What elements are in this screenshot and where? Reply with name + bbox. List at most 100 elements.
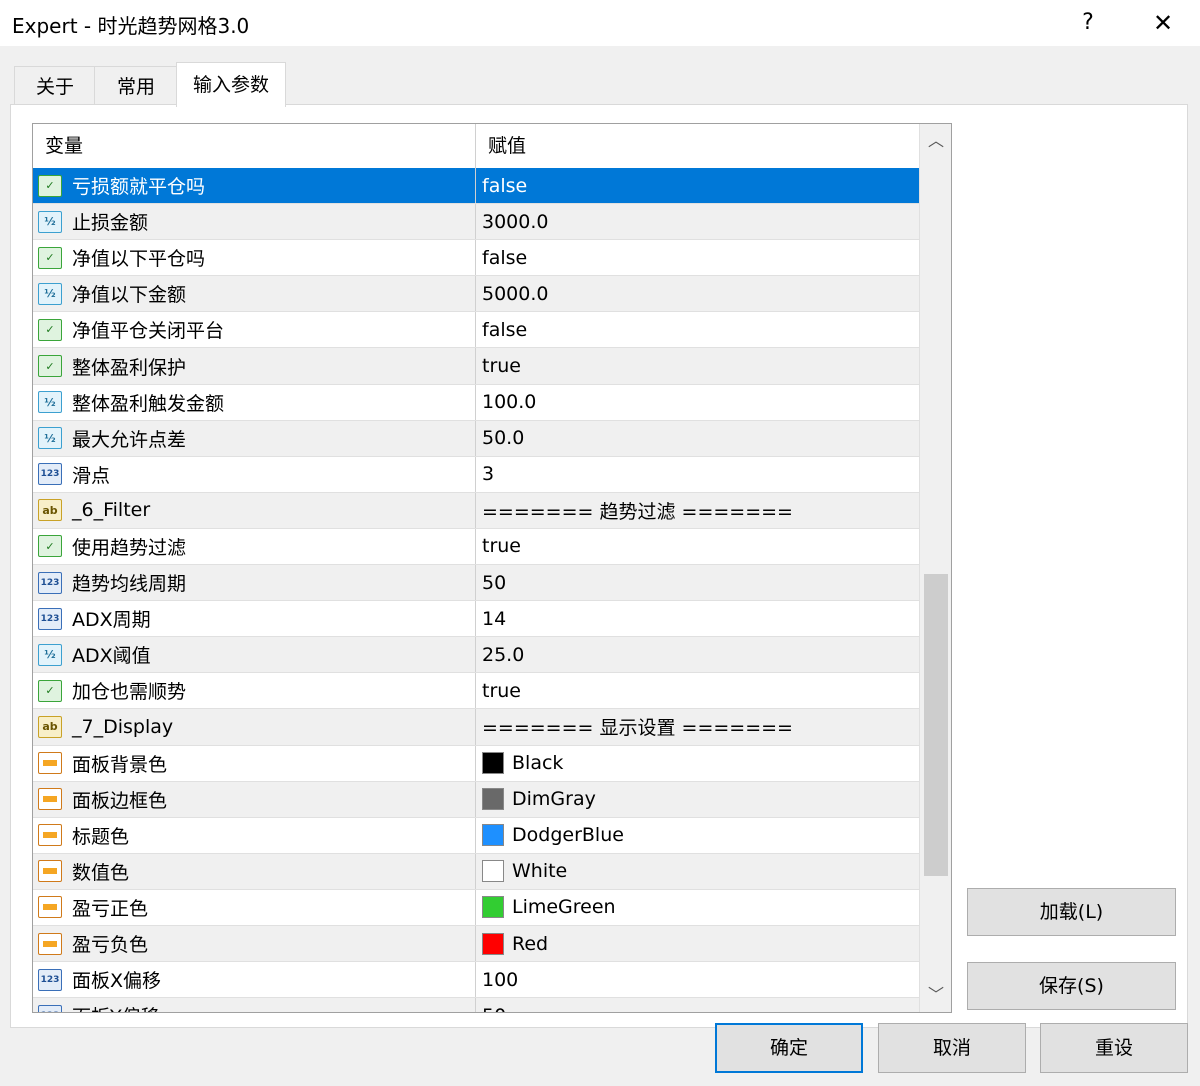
tab-about[interactable]: 关于 [14,66,96,105]
parameter-value-cell[interactable]: 3 [475,456,919,492]
parameter-value-cell[interactable]: DimGray [475,781,919,817]
parameter-name-cell: 123 面板Y偏移 [33,998,475,1012]
table-row[interactable]: ½ ADX阈值 25.0 [33,637,919,674]
parameter-name-cell: ✓ 净值平仓关闭平台 [33,312,475,347]
table-row[interactable]: ✓ 亏损额就平仓吗 false [33,168,919,205]
parameter-value-cell[interactable]: ======= 趋势过滤 ======= [475,492,919,528]
table-row[interactable]: 面板边框色 DimGray [33,781,919,818]
parameter-value-cell[interactable]: 50.0 [475,420,919,456]
color-swatch [482,896,504,919]
table-row[interactable]: ½ 止损金额 3000.0 [33,204,919,241]
table-row[interactable]: ✓ 加仓也需顺势 true [33,673,919,710]
parameter-value-cell[interactable]: 100.0 [475,384,919,420]
parameter-value-cell[interactable]: true [475,673,919,709]
color-swatch [482,860,504,883]
parameter-name: 使用趋势过滤 [72,536,187,559]
vertical-scrollbar[interactable]: ︿ ﹀ [919,124,951,1012]
parameter-value: 14 [482,607,507,630]
column-header-variable[interactable]: 变量 [33,124,475,168]
parameter-value: 3000.0 [482,210,549,233]
table-row[interactable]: 面板背景色 Black [33,745,919,782]
parameter-value-cell[interactable]: false [475,240,919,276]
table-row[interactable]: ½ 净值以下金额 5000.0 [33,276,919,313]
parameter-value-cell[interactable]: 25.0 [475,637,919,673]
parameter-value-cell[interactable]: 50 [475,565,919,601]
double-icon: ½ [38,210,62,233]
parameter-value-cell[interactable]: false [475,312,919,348]
boolean-icon: ✓ [38,355,62,378]
column-header-value[interactable]: 赋值 [475,124,919,168]
table-row[interactable]: 123 滑点 3 [33,456,919,493]
tab-inputs[interactable]: 输入参数 [176,62,286,107]
scroll-up-arrow-icon[interactable]: ︿ [920,124,951,158]
parameter-value: 3 [482,463,495,486]
table-row[interactable]: 123 面板X偏移 100 [33,962,919,999]
parameter-name-cell: 盈亏正色 [33,890,475,925]
parameter-name: 面板边框色 [72,789,168,812]
parameter-value-cell[interactable]: White [475,853,919,889]
parameter-value: White [512,860,568,883]
parameter-value-cell[interactable]: DodgerBlue [475,817,919,853]
parameter-value-cell[interactable]: 14 [475,601,919,637]
table-row[interactable]: ✓ 使用趋势过滤 true [33,528,919,566]
tab-common[interactable]: 常用 [94,66,178,105]
color-icon [38,752,62,775]
parameter-value-cell[interactable]: ======= 显示设置 ======= [475,709,919,745]
parameter-value-cell[interactable]: LimeGreen [475,889,919,925]
parameter-value-cell[interactable]: true [475,348,919,384]
table-row[interactable]: 123 面板Y偏移 50 [33,998,919,1012]
table-row[interactable]: ½ 整体盈利触发金额 100.0 [33,384,919,421]
parameter-value: true [482,679,521,702]
table-row[interactable]: ab _6_Filter ======= 趋势过滤 ======= [33,492,919,529]
table-row[interactable]: 盈亏负色 Red [33,925,919,963]
parameter-name-cell: 面板边框色 [33,782,475,817]
parameter-name: 净值平仓关闭平台 [72,320,225,343]
parameter-name-cell: ½ 止损金额 [33,204,475,239]
parameter-name-cell: 123 趋势均线周期 [33,565,475,600]
parameter-name-cell: ✓ 加仓也需顺势 [33,673,475,708]
load-button[interactable]: 加载(L) [967,888,1176,936]
parameter-name: 加仓也需顺势 [72,681,187,704]
parameter-name: _7_Display [72,715,174,738]
boolean-icon: ✓ [38,679,62,702]
save-button[interactable]: 保存(S) [967,962,1176,1010]
parameter-value-cell[interactable]: 5000.0 [475,276,919,312]
parameter-value-cell[interactable]: false [475,168,919,204]
parameter-name: 标题色 [72,825,130,848]
parameter-name-cell: ✓ 整体盈利保护 [33,348,475,383]
table-row[interactable]: 标题色 DodgerBlue [33,817,919,854]
string-icon: ab [38,499,62,522]
parameter-name: 整体盈利触发金额 [72,392,225,415]
parameter-value-cell[interactable]: Black [475,745,919,781]
parameter-value-cell[interactable]: Red [475,925,919,962]
table-row[interactable]: 数值色 White [33,853,919,890]
boolean-icon: ✓ [38,246,62,269]
ok-button[interactable]: 确定 [715,1023,863,1073]
parameter-value: 5000.0 [482,282,549,305]
close-button[interactable]: ✕ [1145,6,1181,40]
table-row[interactable]: 123 ADX周期 14 [33,601,919,638]
parameter-value-cell[interactable]: true [475,528,919,565]
parameter-value-cell[interactable]: 100 [475,962,919,998]
table-row[interactable]: 123 趋势均线周期 50 [33,565,919,602]
parameter-name-cell: ½ 净值以下金额 [33,276,475,311]
parameter-value-cell[interactable]: 50 [475,998,919,1012]
parameter-value: 50 [482,1005,506,1012]
table-row[interactable]: ½ 最大允许点差 50.0 [33,420,919,457]
parameter-name: ADX阈值 [72,645,151,668]
reset-button[interactable]: 重设 [1040,1023,1188,1073]
scrollbar-thumb[interactable] [924,574,948,876]
cancel-button[interactable]: 取消 [878,1023,1026,1073]
parameter-name-cell: 盈亏负色 [33,926,475,961]
parameter-name: 净值以下平仓吗 [72,248,206,271]
help-button[interactable]: ? [1070,6,1106,40]
parameter-name-cell: 123 滑点 [33,457,475,492]
scroll-down-arrow-icon[interactable]: ﹀ [920,978,951,1012]
table-row[interactable]: ✓ 净值平仓关闭平台 false [33,312,919,349]
parameter-value-cell[interactable]: 3000.0 [475,204,919,240]
table-row[interactable]: ab _7_Display ======= 显示设置 ======= [33,709,919,746]
table-row[interactable]: ✓ 整体盈利保护 true [33,348,919,385]
table-row[interactable]: 盈亏正色 LimeGreen [33,889,919,926]
table-row[interactable]: ✓ 净值以下平仓吗 false [33,240,919,277]
parameter-name: 面板Y偏移 [72,1002,160,1012]
